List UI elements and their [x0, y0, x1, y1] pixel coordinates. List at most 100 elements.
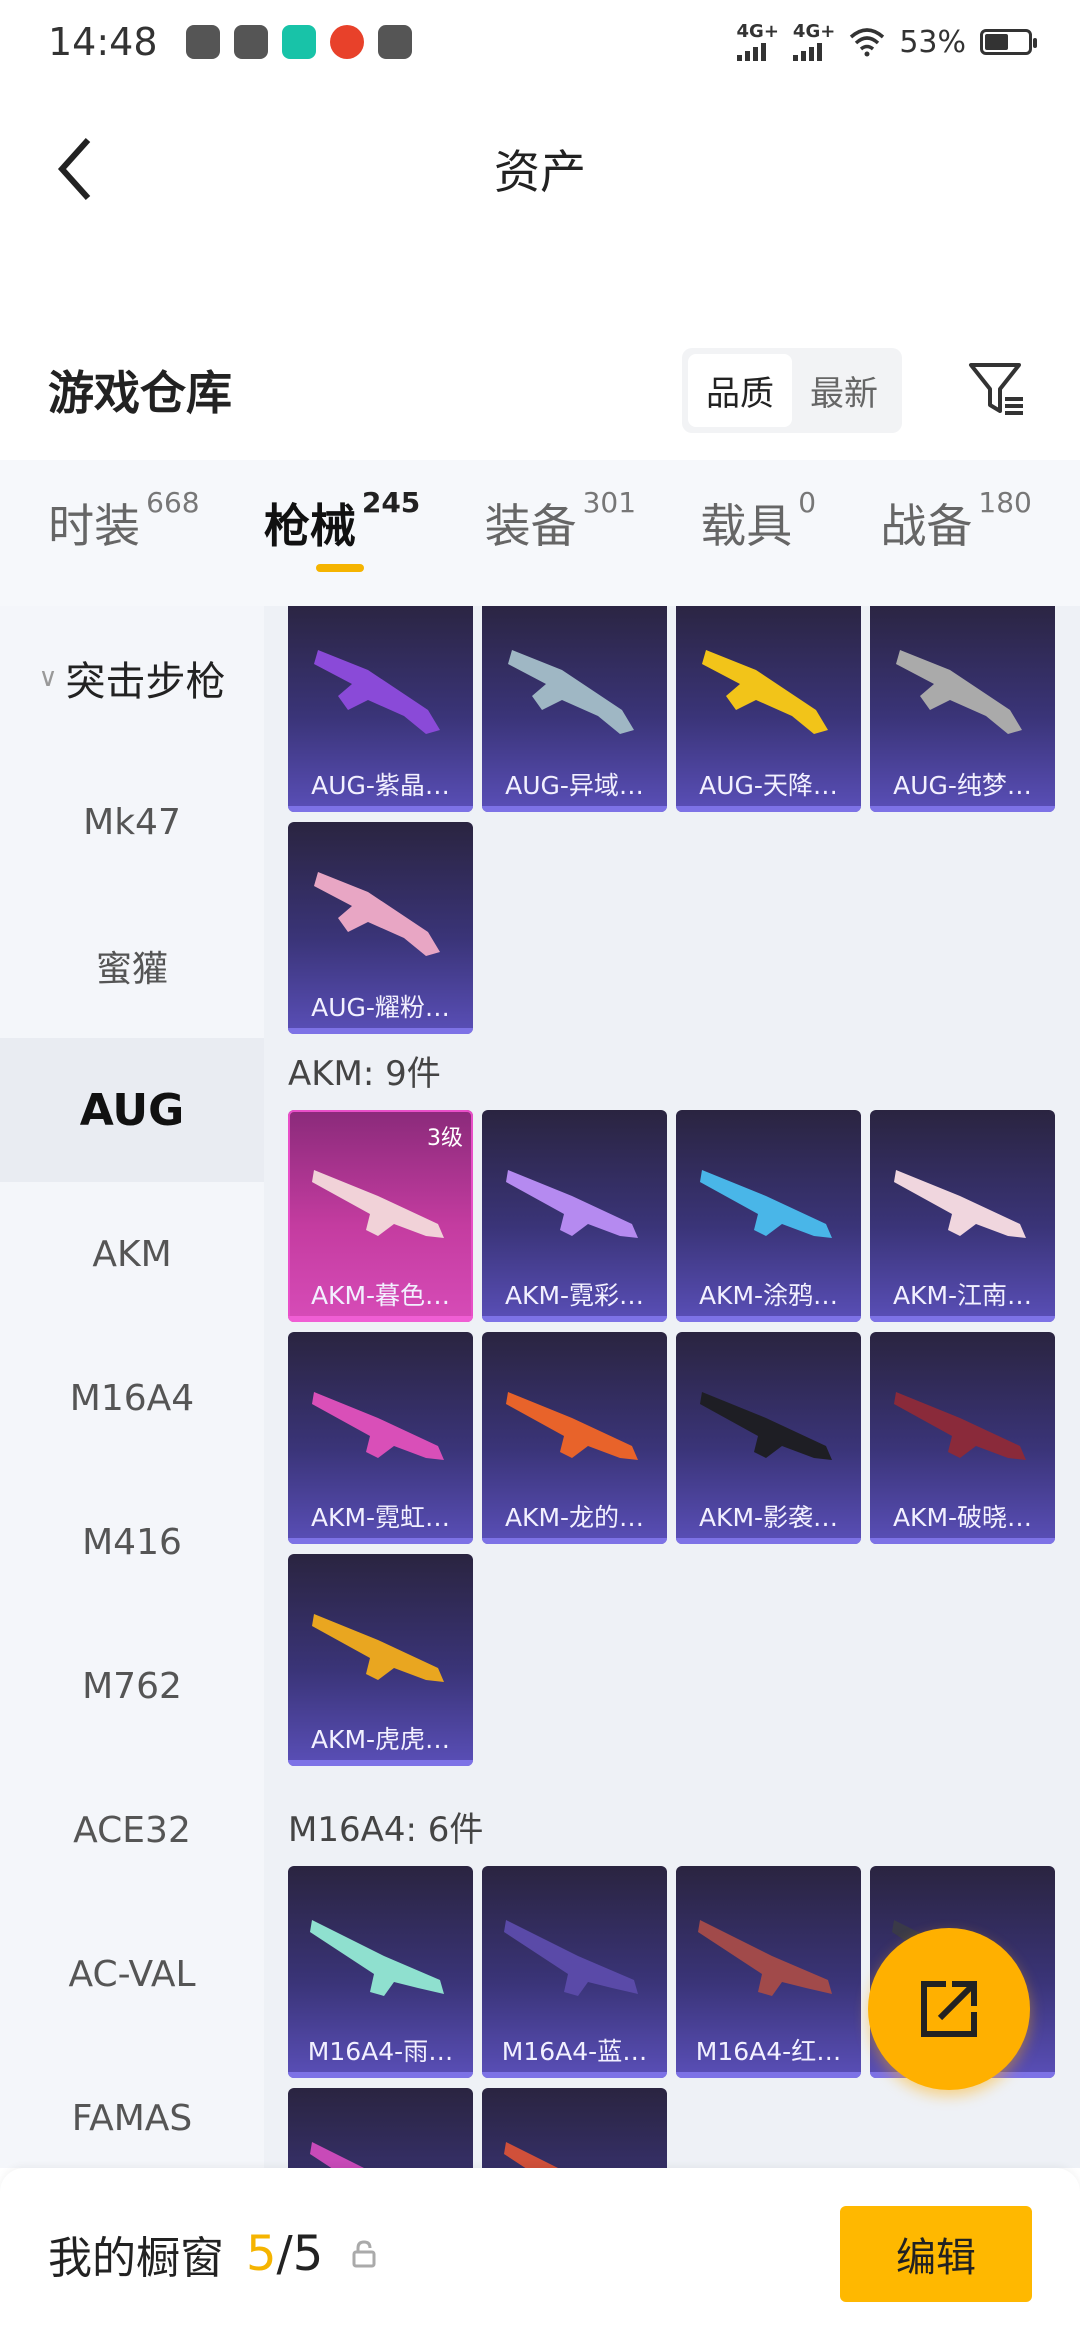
boss-app-icon: [281, 25, 316, 59]
tab-vehicles[interactable]: 载具 0: [700, 486, 816, 576]
rifle-icon: [896, 650, 1022, 734]
weapon-card[interactable]: AUG-紫晶…: [288, 606, 473, 812]
section-title-akm: AKM: 9件: [288, 1054, 441, 1094]
page-title: 资产: [494, 145, 586, 199]
rifle-icon: [894, 1170, 1026, 1238]
tab-count: 301: [582, 486, 637, 519]
sidebar-item-aug[interactable]: AUG: [0, 1038, 264, 1182]
rifle-icon: [700, 1170, 832, 1238]
battery-percent: 53%: [899, 24, 966, 60]
app-notification-icon: [329, 25, 364, 59]
lock-icon: [352, 2240, 376, 2268]
wechat-icon: [185, 25, 220, 59]
weapon-card[interactable]: AKM-影袭…: [676, 1332, 861, 1544]
sidebar-item-akm[interactable]: AKM: [0, 1182, 264, 1326]
rifle-icon: [312, 1614, 444, 1682]
weapon-card[interactable]: AKM-霓虹…: [288, 1332, 473, 1544]
active-tab-indicator: [315, 564, 364, 572]
weapon-name: AKM-虎虎…: [310, 1725, 451, 1754]
tab-label: 战备: [880, 499, 973, 553]
weapon-name: AKM-暮色…: [310, 1281, 451, 1310]
sidebar-item-m762[interactable]: M762: [0, 1614, 264, 1758]
rifle-icon: [698, 1920, 832, 1996]
app-icon-2: [377, 25, 412, 59]
notification-icons: [185, 25, 412, 59]
weapon-card[interactable]: AUG-耀粉…: [288, 822, 473, 1034]
share-icon: [921, 1981, 977, 2037]
rifle-icon: [506, 1170, 638, 1238]
weapon-name: AKM-影袭…: [698, 1503, 839, 1532]
weapon-name: M16A4-红…: [695, 2037, 842, 2066]
category-tabs: 时装 668 枪械 245 装备 301 载具 0 战备 180: [0, 460, 1080, 606]
tab-fashion[interactable]: 时装 668: [48, 486, 199, 576]
weapon-card[interactable]: AUG-天降…: [676, 606, 861, 812]
edit-button[interactable]: 编辑: [840, 2206, 1032, 2302]
sidebar-group-assault-rifles[interactable]: ∨ 突击步枪: [0, 606, 264, 750]
sidebar-item-m416[interactable]: M416: [0, 1470, 264, 1614]
weapon-card[interactable]: 3级 AKM-暮色…: [288, 1110, 473, 1322]
chevron-down-icon: ∨: [38, 663, 58, 693]
back-button[interactable]: [44, 129, 104, 209]
rifle-icon: [314, 872, 440, 956]
status-bar: 14:48 4G+ 4G+ 53%: [0, 0, 1080, 84]
weapon-card[interactable]: AKM-虎虎…: [288, 1554, 473, 1766]
weapon-card[interactable]: AUG-纯梦…: [870, 606, 1055, 812]
weapon-card[interactable]: M16A4-红…: [676, 1866, 861, 2078]
back-arrow-icon: [57, 137, 91, 201]
akm-row-2: AKM-霓虹… AKM-龙的… AKM-影袭… AKM-破晓…: [288, 1332, 1055, 1544]
tab-label: 枪械: [263, 499, 356, 553]
tab-count: 245: [361, 486, 421, 519]
weapon-name: AKM-破晓…: [892, 1503, 1033, 1532]
rifle-icon: [504, 1920, 638, 1996]
weapon-type-sidebar: ∨ 突击步枪 Mk47 蜜獾 AUG AKM M16A4 M416 M762 A…: [0, 606, 264, 2168]
sidebar-item-ace32[interactable]: ACE32: [0, 1758, 264, 1902]
showcase-bar: 我的橱窗 5/5 编辑: [0, 2168, 1080, 2340]
rifle-icon: [508, 650, 634, 734]
rifle-icon: [700, 1392, 832, 1460]
weapon-name: AKM-江南…: [892, 1281, 1033, 1310]
tab-label: 装备: [484, 499, 577, 553]
sidebar-item-ac-val[interactable]: AC-VAL: [0, 1902, 264, 2046]
weapon-card[interactable]: AKM-霓彩…: [482, 1110, 667, 1322]
akm-row-3: AKM-虎虎…: [288, 1554, 473, 1766]
status-time: 14:48: [48, 20, 158, 64]
filter-button[interactable]: [962, 355, 1032, 425]
weapon-card[interactable]: [482, 2088, 667, 2168]
sort-newest-button[interactable]: 最新: [792, 354, 896, 427]
sidebar-item-famas[interactable]: FAMAS: [0, 2046, 264, 2168]
tab-firearms[interactable]: 枪械 245: [263, 486, 420, 576]
weapon-card[interactable]: M16A4-蓝…: [482, 1866, 667, 2078]
weapon-name: M16A4-雨…: [307, 2037, 454, 2066]
weapon-card[interactable]: AKM-涂鸦…: [676, 1110, 861, 1322]
weapon-card[interactable]: M16A4-雨…: [288, 1866, 473, 2078]
warehouse-title: 游戏仓库: [48, 366, 232, 420]
battery-icon: [980, 29, 1037, 55]
rifle-icon: [312, 1392, 444, 1460]
tab-count: 0: [798, 486, 817, 519]
showcase-current: 5: [246, 2226, 277, 2282]
weapon-card[interactable]: AKM-破晓…: [870, 1332, 1055, 1544]
rifle-icon: [310, 1920, 444, 1996]
share-button[interactable]: [868, 1928, 1030, 2090]
sidebar-item-mk47[interactable]: Mk47: [0, 750, 264, 894]
weapon-card[interactable]: AKM-江南…: [870, 1110, 1055, 1322]
weapon-card[interactable]: [288, 2088, 473, 2168]
sidebar-group-label: 突击步枪: [65, 659, 226, 705]
app-icon: [233, 25, 268, 59]
rifle-icon: [506, 1392, 638, 1460]
tab-equipment[interactable]: 装备 301: [484, 486, 636, 576]
aug-row-1: AUG-紫晶… AUG-异域… AUG-天降… AUG-纯梦…: [288, 606, 1055, 812]
sort-quality-button[interactable]: 品质: [688, 353, 792, 427]
tab-label: 时装: [48, 499, 141, 553]
weapon-card[interactable]: AKM-龙的…: [482, 1332, 667, 1544]
m16-row-2: [288, 2088, 667, 2168]
header: 资产: [0, 84, 1080, 254]
sidebar-item-honey-badger[interactable]: 蜜獾: [0, 894, 264, 1038]
tab-supplies[interactable]: 战备 180: [880, 486, 1031, 576]
rifle-icon: [504, 2142, 558, 2168]
showcase-count: 5/5: [246, 2226, 323, 2282]
weapon-name: AKM-霓彩…: [504, 1281, 645, 1310]
weapon-card[interactable]: AUG-异域…: [482, 606, 667, 812]
sidebar-item-m16a4[interactable]: M16A4: [0, 1326, 264, 1470]
aug-row-2: AUG-耀粉…: [288, 822, 473, 1034]
